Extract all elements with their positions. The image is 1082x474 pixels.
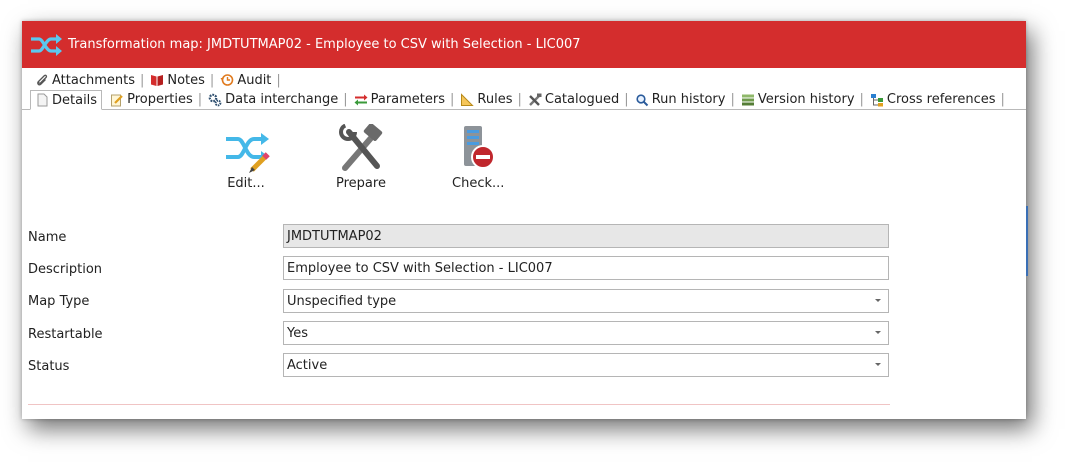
tab-label: Attachments <box>52 72 135 88</box>
tab-run-history[interactable]: Run history <box>630 91 730 109</box>
name-value: JMDTUTMAP02 <box>287 228 382 244</box>
status-value: Active <box>287 357 328 373</box>
prepare-button[interactable]: Prepare <box>336 124 386 191</box>
maptype-value: Unspecified type <box>287 293 397 309</box>
tab-label: Properties <box>127 92 193 107</box>
tab-label: Cross references <box>886 92 996 107</box>
description-label: Description <box>28 262 103 277</box>
tools-icon <box>338 124 383 171</box>
chevron-down-icon <box>875 331 881 334</box>
maptype-select[interactable]: Unspecified type <box>283 289 889 313</box>
name-field[interactable]: JMDTUTMAP02 <box>283 224 889 248</box>
tab-separator: | <box>276 72 281 88</box>
tab-label: Rules <box>477 92 513 107</box>
tab-label: Notes <box>167 72 205 88</box>
magnifier-icon <box>636 93 648 106</box>
transformation-map-window: Transformation map: JMDTUTMAP02 - Employ… <box>22 21 1026 419</box>
prepare-button-label: Prepare <box>336 176 386 191</box>
description-value: Employee to CSV with Selection - LIC007 <box>287 260 553 276</box>
tab-label: Catalogued <box>544 92 620 107</box>
chevron-down-icon <box>875 299 881 302</box>
shuffle-edit-icon <box>226 133 270 173</box>
tab-details[interactable]: Details <box>30 90 103 110</box>
pencil-note-icon <box>111 94 123 106</box>
tab-label: Run history <box>651 92 726 107</box>
chevron-down-icon <box>875 363 881 366</box>
tab-rules[interactable]: Rules <box>455 91 516 109</box>
status-label: Status <box>28 359 70 374</box>
document-icon <box>37 93 48 107</box>
edit-button[interactable]: Edit... <box>222 124 270 191</box>
name-label: Name <box>28 230 67 245</box>
status-select[interactable]: Active <box>283 353 889 377</box>
tab-version-history[interactable]: Version history <box>736 91 859 109</box>
tab-label: Version history <box>757 92 855 107</box>
history-icon <box>220 74 234 86</box>
tab-data-interchange[interactable]: Data interchange <box>203 91 342 109</box>
maptype-label: Map Type <box>28 294 90 309</box>
tab-label: Parameters <box>370 92 446 107</box>
restartable-value: Yes <box>287 325 308 341</box>
check-error-icon <box>464 126 496 169</box>
arrows-icon <box>354 94 368 105</box>
tab-cross-references[interactable]: Cross references <box>865 91 1000 109</box>
shuffle-icon <box>31 33 62 56</box>
tab-attachments[interactable]: Attachments <box>30 71 139 89</box>
description-field[interactable]: Employee to CSV with Selection - LIC007 <box>283 256 889 280</box>
title-bar: Transformation map: JMDTUTMAP02 - Employ… <box>22 21 1026 68</box>
tab-catalogued[interactable]: Catalogued <box>523 91 623 109</box>
tab-audit[interactable]: Audit <box>215 71 275 89</box>
tab-label: Data interchange <box>225 92 339 107</box>
tab-notes[interactable]: Notes <box>145 71 209 89</box>
tab-parameters[interactable]: Parameters <box>349 91 449 109</box>
window-title: Transformation map: JMDTUTMAP02 - Employ… <box>68 37 581 52</box>
check-button[interactable]: Check... <box>452 124 504 191</box>
tab-label: Details <box>52 92 98 108</box>
ruler-icon <box>461 92 475 106</box>
restartable-label: Restartable <box>28 327 103 342</box>
section-divider <box>28 404 890 405</box>
tab-row-top: Attachments | Notes | Audit | <box>22 71 282 89</box>
scrollbar-edge <box>1026 206 1028 276</box>
tab-properties[interactable]: Properties <box>102 91 197 109</box>
paperclip-icon <box>37 74 48 86</box>
restartable-select[interactable]: Yes <box>283 321 889 345</box>
tab-row-main: Details Properties | Data interchange | <box>22 90 1026 110</box>
check-button-label: Check... <box>452 176 505 191</box>
tab-separator: | <box>1000 92 1005 107</box>
gears-icon <box>208 93 222 106</box>
layers-icon <box>741 94 754 105</box>
hierarchy-icon <box>870 93 883 106</box>
edit-button-label: Edit... <box>227 176 265 191</box>
book-icon <box>151 75 164 86</box>
tools-icon <box>529 93 542 106</box>
tab-label: Audit <box>237 72 272 88</box>
